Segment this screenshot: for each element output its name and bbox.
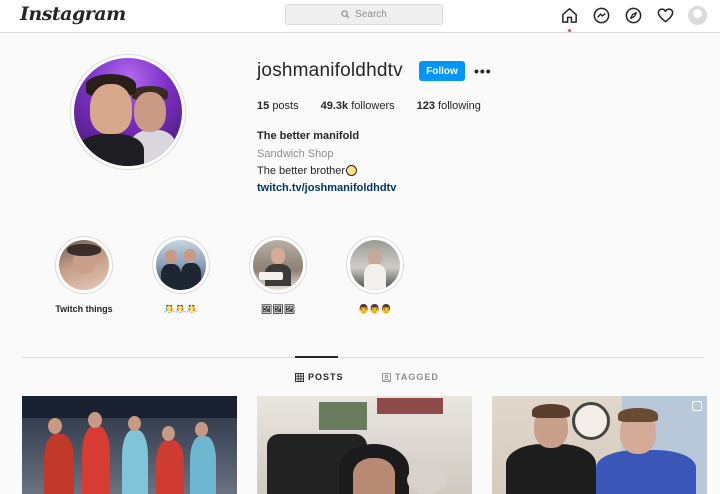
profile-picture[interactable] — [70, 54, 186, 170]
highlight-3[interactable]: 🖼🖼🖼 — [238, 236, 318, 315]
followers-stat[interactable]: 49.3k followers — [321, 100, 395, 112]
following-stat[interactable]: 123 following — [417, 100, 481, 112]
tab-posts[interactable]: POSTS — [295, 372, 344, 382]
messenger-icon[interactable] — [591, 5, 612, 26]
explore-icon[interactable] — [623, 5, 644, 26]
highlight-label: 👨👨👨 — [358, 304, 392, 314]
more-options-icon[interactable]: ••• — [474, 63, 492, 79]
tag-icon — [382, 372, 391, 382]
nav-icons — [559, 5, 708, 32]
profile-avatar[interactable] — [687, 5, 708, 26]
highlight-4[interactable]: 👨👨👨 — [335, 236, 415, 315]
profile-stats: 15 posts 49.3k followers 123 following — [257, 100, 503, 112]
highlight-cover — [350, 240, 400, 290]
grid-icon — [295, 372, 304, 382]
follow-button[interactable]: Follow — [419, 61, 465, 81]
profile-bio: The better brother — [257, 165, 358, 177]
home-icon[interactable] — [559, 5, 580, 32]
notification-dot — [568, 29, 571, 32]
highlight-twitch-things[interactable]: Twitch things — [44, 236, 124, 314]
search-placeholder: Search — [355, 9, 387, 20]
profile-category: Sandwich Shop — [257, 148, 334, 160]
tab-tagged[interactable]: TAGGED — [382, 372, 439, 382]
profile-full-name: The better manifold — [257, 130, 360, 142]
highlight-label: 🖼🖼🖼 — [260, 304, 296, 314]
avatar — [688, 6, 707, 25]
tabs-divider — [22, 357, 704, 358]
highlight-cover — [59, 240, 109, 290]
multiple-posts-icon — [692, 401, 702, 411]
post-thumbnail[interactable] — [22, 396, 237, 494]
search-input[interactable]: Search — [285, 4, 443, 25]
highlight-label: 🤼🤼🤼 — [164, 304, 198, 314]
highlight-cover — [253, 240, 303, 290]
smiley-emoji-icon — [346, 165, 358, 176]
highlight-label: Twitch things — [55, 304, 113, 314]
post-thumbnail[interactable] — [492, 396, 707, 494]
active-tab-indicator — [295, 356, 338, 358]
profile-link[interactable]: twitch.tv/joshmanifoldhdtv — [257, 182, 396, 194]
instagram-logo[interactable]: Instagram — [20, 3, 126, 25]
top-nav: Instagram Search — [0, 0, 720, 33]
highlight-cover — [156, 240, 206, 290]
highlight-2[interactable]: 🤼🤼🤼 — [141, 236, 221, 315]
posts-stat: 15 posts — [257, 100, 299, 112]
search-icon — [341, 10, 350, 19]
heart-icon[interactable] — [655, 5, 676, 26]
profile-username: joshmanifoldhdtv — [257, 60, 403, 81]
post-thumbnail[interactable] — [257, 396, 472, 494]
